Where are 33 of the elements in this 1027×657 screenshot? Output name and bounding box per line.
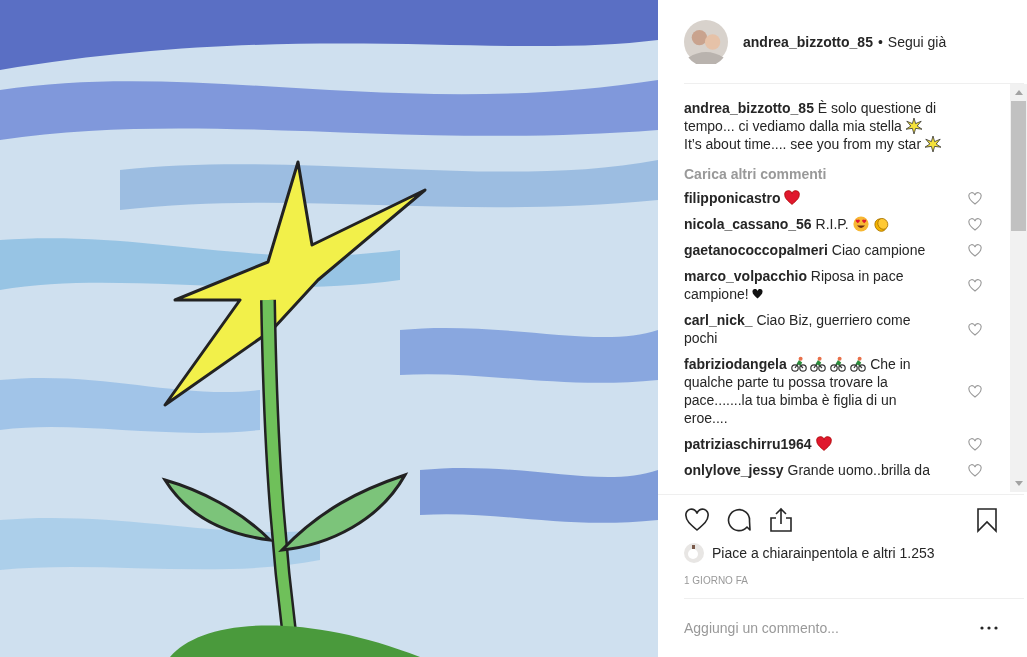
scroll-down-icon[interactable]: [1014, 481, 1023, 487]
post-time: 1 GIORNO FA: [684, 575, 748, 587]
bookmark-icon[interactable]: [976, 507, 998, 534]
username-link[interactable]: andrea_bizzotto_85: [743, 33, 873, 50]
cyclist-emoji-icon: [810, 356, 827, 373]
heart-eyes-emoji-icon: [852, 216, 869, 233]
heart-emoji-icon: [784, 190, 801, 207]
scroll-up-icon[interactable]: [1014, 90, 1023, 96]
caption-text: andrea_bizzotto_85 È solo questione di tempo... ci vediamo dalla mia stella It’s about time.... see you from my star: [684, 99, 989, 154]
following-link[interactable]: Segui già: [887, 33, 947, 50]
scrollbar[interactable]: [1010, 84, 1027, 493]
cyclist-emoji-icon: [830, 356, 847, 373]
comment-text: gaetanococcopalmeri Ciao campione: [684, 241, 927, 260]
sparkle-emoji-icon: [924, 136, 941, 153]
more-options-icon[interactable]: [980, 626, 998, 631]
likes-text[interactable]: Piace a chiarainpentola e altri 1.253: [712, 545, 935, 562]
separator-dot: •: [877, 33, 883, 50]
heart-emoji-icon: [752, 289, 764, 300]
cyclist-emoji-icon: [790, 356, 807, 373]
heart-icon[interactable]: [684, 507, 710, 534]
comment-text: nicola_cassano_56 R.I.P.: [684, 215, 934, 234]
avatar[interactable]: [684, 543, 704, 564]
sparkle-emoji-icon: [905, 118, 922, 135]
comment-icon[interactable]: [726, 507, 752, 534]
comment-text: onlylove_jessy Grande uomo..brilla da: [684, 461, 931, 480]
heart-emoji-icon: [815, 436, 832, 453]
cyclist-emoji-icon: [850, 356, 867, 373]
comment-text: carl_nick_ Ciao Biz, guerriero come pochi: [684, 311, 912, 348]
comment-text: fabriziodangela Che in qualche parte tu possa trovare la pace.......la tua bimba è figlia di un eroe....: [684, 355, 912, 428]
comment-text: filipponicastro: [684, 189, 934, 208]
share-icon[interactable]: [768, 507, 794, 534]
comment-text: patriziaschirru1964: [684, 435, 934, 454]
comment-text: marco_volpacchio Riposa in pace campione!: [684, 267, 905, 304]
